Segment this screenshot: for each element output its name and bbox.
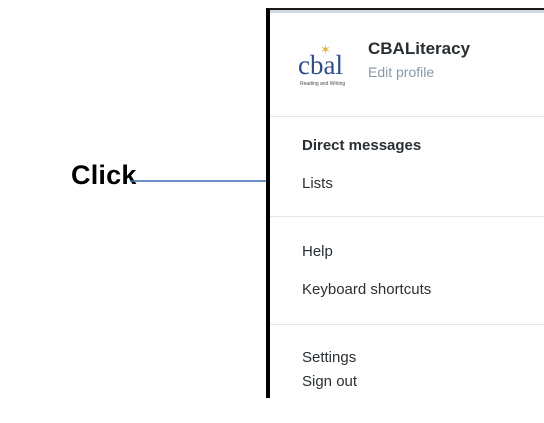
menu-divider <box>270 116 544 117</box>
edit-profile-link[interactable]: Edit profile <box>368 64 434 80</box>
menu-divider <box>270 216 544 217</box>
menu-item-sign-out[interactable]: Sign out <box>302 373 357 390</box>
logo-text: cbal <box>298 50 343 80</box>
menu-item-direct-messages[interactable]: Direct messages <box>302 137 421 154</box>
menu-item-settings[interactable]: Settings <box>302 349 356 366</box>
logo-subtext: Reading and Writing <box>300 81 346 87</box>
profile-name[interactable]: CBALiteracy <box>368 39 470 59</box>
menu-top-strip <box>270 10 544 13</box>
account-dropdown-menu: ✶ cbal Reading and Writing CBALiteracy E… <box>266 8 544 398</box>
menu-item-lists[interactable]: Lists <box>302 175 333 192</box>
menu-item-keyboard-shortcuts[interactable]: Keyboard shortcuts <box>302 281 431 298</box>
menu-divider <box>270 324 544 325</box>
profile-avatar[interactable]: ✶ cbal Reading and Writing <box>294 38 350 94</box>
menu-item-help[interactable]: Help <box>302 243 333 260</box>
profile-block[interactable]: ✶ cbal Reading and Writing CBALiteracy E… <box>270 26 544 110</box>
